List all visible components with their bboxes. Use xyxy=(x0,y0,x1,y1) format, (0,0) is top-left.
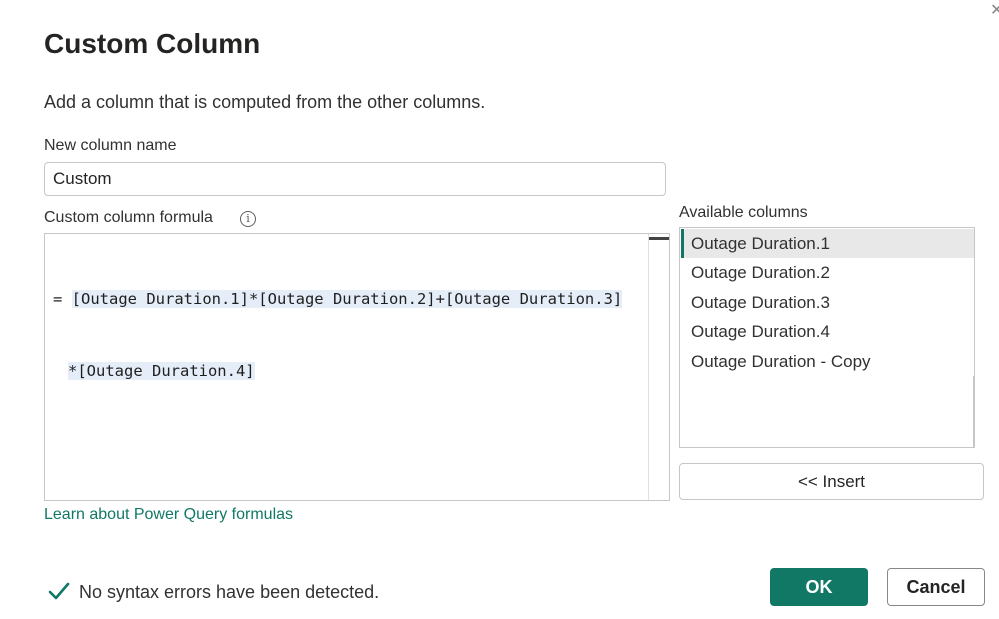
formula-editor[interactable]: = [Outage Duration.1]*[Outage Duration.2… xyxy=(44,233,670,501)
insert-button[interactable]: << Insert xyxy=(679,463,984,500)
formula-scrollbar[interactable] xyxy=(648,234,669,500)
column-item-outage-duration-2[interactable]: Outage Duration.2 xyxy=(681,258,974,287)
column-item-outage-duration-4[interactable]: Outage Duration.4 xyxy=(681,317,974,346)
dialog-subtitle: Add a column that is computed from the o… xyxy=(44,92,486,112)
cancel-button[interactable]: Cancel xyxy=(887,568,985,606)
formula-expression-part-2: *[Outage Duration.4] xyxy=(68,362,255,380)
available-columns-label: Available columns xyxy=(679,204,808,221)
check-icon xyxy=(48,582,70,600)
ok-button[interactable]: OK xyxy=(770,568,868,606)
formula-line-1: = [Outage Duration.1]*[Outage Duration.2… xyxy=(53,287,643,311)
dialog-title: Custom Column xyxy=(44,28,261,59)
learn-power-query-link[interactable]: Learn about Power Query formulas xyxy=(44,506,293,524)
formula-line-2: *[Outage Duration.4] xyxy=(53,359,643,383)
close-icon[interactable]: ✕ xyxy=(990,0,999,22)
formula-prefix: = xyxy=(53,290,72,308)
info-icon[interactable]: i xyxy=(240,211,256,227)
new-column-name-input[interactable] xyxy=(44,162,666,196)
available-columns-list[interactable]: Outage Duration.1 Outage Duration.2 Outa… xyxy=(679,227,975,448)
column-item-outage-duration-1[interactable]: Outage Duration.1 xyxy=(681,229,974,258)
formula-text[interactable]: = [Outage Duration.1]*[Outage Duration.2… xyxy=(53,239,643,431)
column-item-outage-duration-3[interactable]: Outage Duration.3 xyxy=(681,288,974,317)
new-column-name-label: New column name xyxy=(44,137,177,154)
column-item-outage-duration-copy[interactable]: Outage Duration - Copy xyxy=(681,347,974,376)
available-columns-scrollbar[interactable] xyxy=(973,376,974,448)
formula-label: Custom column formula xyxy=(44,209,213,226)
formula-expression-part-1: [Outage Duration.1]*[Outage Duration.2]+… xyxy=(71,290,623,308)
syntax-status-text: No syntax errors have been detected. xyxy=(79,582,380,602)
formula-scrollbar-thumb[interactable] xyxy=(649,237,669,240)
